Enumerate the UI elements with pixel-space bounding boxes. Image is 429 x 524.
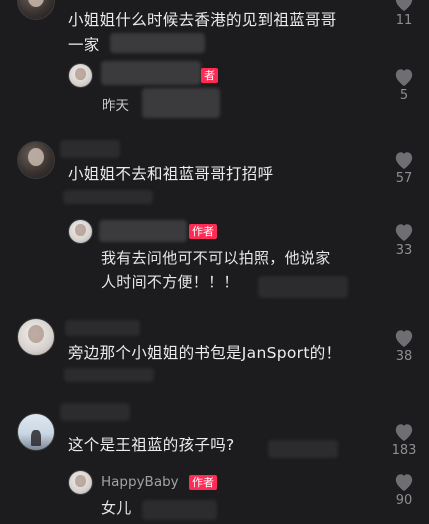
like-button[interactable]: 38: [384, 328, 424, 365]
comment-text: 小姐姐不去和祖蓝哥哥打招呼: [68, 165, 274, 183]
author-badge: 者: [201, 68, 218, 83]
commenter-avatar[interactable]: [17, 318, 55, 356]
reply-timestamp: 昨天: [102, 98, 129, 114]
commenter-avatar[interactable]: [17, 413, 55, 451]
like-count: 11: [395, 13, 413, 28]
reply-author-avatar[interactable]: [68, 470, 93, 495]
heart-icon: [395, 0, 413, 12]
like-count: 183: [391, 443, 417, 458]
comment-meta-redacted: [268, 440, 338, 458]
commenter-avatar[interactable]: [17, 141, 55, 179]
reply-author-avatar[interactable]: [68, 63, 93, 88]
heart-icon: [395, 69, 413, 87]
commenter-name-redacted: [60, 140, 120, 158]
heart-icon: [395, 224, 413, 242]
like-count: 38: [395, 349, 413, 364]
reply-author-redacted: [99, 220, 187, 242]
commenter-avatar[interactable]: [17, 0, 55, 20]
comment-meta-redacted: [64, 368, 154, 382]
like-count: 90: [395, 493, 413, 508]
reply-like-button[interactable]: 90: [384, 472, 424, 509]
commenter-name-redacted: [60, 403, 130, 421]
heart-icon: [395, 330, 413, 348]
heart-icon: [395, 424, 413, 442]
heart-icon: [395, 474, 413, 492]
reply-text: 女儿: [101, 499, 132, 517]
like-button[interactable]: 57: [384, 150, 424, 187]
like-button[interactable]: 11: [384, 0, 424, 29]
reply-like-button[interactable]: 33: [384, 222, 424, 259]
like-count: 5: [399, 88, 409, 103]
reply-meta-redacted: [142, 500, 217, 520]
like-count: 57: [395, 171, 413, 186]
reply-meta-redacted: [258, 276, 348, 298]
reply-like-button[interactable]: 5: [384, 67, 424, 104]
heart-icon: [395, 152, 413, 170]
reply-author-name[interactable]: HappyBaby: [101, 473, 179, 491]
comment-meta-redacted: [63, 190, 153, 204]
like-button[interactable]: 183: [384, 422, 424, 459]
reply-author-redacted: [101, 61, 201, 85]
comment-text: 旁边那个小姐姐的书包是JanSport的！: [68, 344, 342, 362]
comment-meta-redacted: [110, 33, 205, 53]
author-badge: 作者: [189, 224, 217, 239]
reply-author-avatar[interactable]: [68, 219, 93, 244]
like-count: 33: [395, 243, 413, 258]
author-badge: 作者: [189, 475, 217, 490]
reply-meta-redacted: [142, 88, 220, 118]
commenter-name-redacted: [65, 320, 140, 336]
